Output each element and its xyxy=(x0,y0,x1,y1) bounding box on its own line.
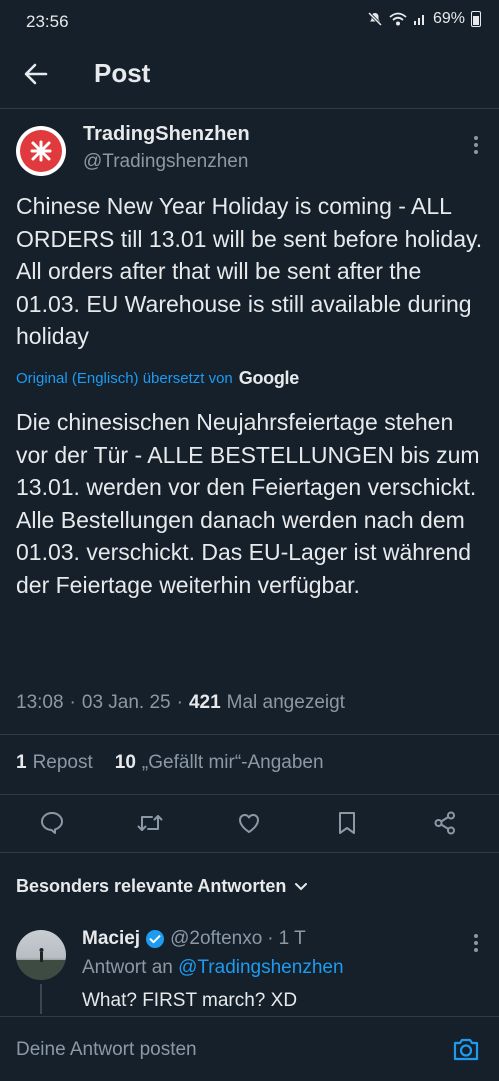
meta-separator: · xyxy=(69,692,76,713)
author-name[interactable]: TradingShenzhen xyxy=(83,123,250,146)
replies-sort-dropdown[interactable]: Besonders relevante Antworten xyxy=(16,876,308,897)
tweet-stats: 1 Repost 10 „Gefällt mir“-Angaben xyxy=(16,752,324,774)
likes-count[interactable]: 10 xyxy=(115,752,136,774)
translation-note-text: Original (Englisch) übersetzt von xyxy=(16,370,233,387)
tweet-translated-text: Die chinesischen Neujahrsfeiertage stehe… xyxy=(16,409,480,598)
views-label: Mal angezeigt xyxy=(226,692,345,713)
thread-line xyxy=(40,984,42,1014)
reposts-label[interactable]: Repost xyxy=(33,752,93,774)
more-options-icon[interactable] xyxy=(473,136,479,157)
google-logo: Google xyxy=(238,368,300,388)
author-handle[interactable]: @Tradingshenzhen xyxy=(83,151,248,173)
like-icon[interactable] xyxy=(235,809,263,837)
stats-divider xyxy=(0,794,499,795)
actions-divider xyxy=(0,852,499,853)
brand-logo-icon xyxy=(20,130,62,172)
battery-icon xyxy=(471,11,481,27)
views-count: 421 xyxy=(188,692,221,713)
likes-label[interactable]: „Gefällt mir“-Angaben xyxy=(142,752,324,774)
replying-to-label: Antwort an xyxy=(82,957,173,978)
back-arrow-icon[interactable] xyxy=(18,58,54,90)
author-avatar[interactable] xyxy=(16,126,66,176)
repost-icon[interactable] xyxy=(136,809,164,837)
replying-to: Antwort an @Tradingshenzhen xyxy=(82,957,344,979)
header-divider xyxy=(0,108,499,109)
reply-input[interactable]: Deine Antwort posten xyxy=(16,1039,197,1061)
reply-age: 1 T xyxy=(278,928,306,949)
reply-text: What? FIRST march? XD xyxy=(82,990,298,1011)
meta-divider xyxy=(0,734,499,735)
translation-note[interactable]: Original (Englisch) übersetzt von Google xyxy=(16,368,299,389)
signal-icon xyxy=(413,15,424,25)
status-icons: 69% xyxy=(367,10,481,28)
page-title: Post xyxy=(94,58,151,88)
tweet-time: 13:08 xyxy=(16,692,64,713)
meta-separator: · xyxy=(176,692,183,713)
bookmark-icon[interactable] xyxy=(333,809,361,837)
status-time: 23:56 xyxy=(26,12,69,31)
verified-badge-icon xyxy=(146,930,165,948)
reply-author-name[interactable]: Maciej xyxy=(82,928,140,950)
reply-icon[interactable] xyxy=(38,809,66,837)
reply-header: Maciej @2oftenxo · 1 T xyxy=(82,928,306,950)
battery-percent: 69% xyxy=(432,10,465,27)
reposts-count[interactable]: 1 xyxy=(16,752,27,774)
replies-section-title: Besonders relevante Antworten xyxy=(16,876,287,896)
reply-more-options-icon[interactable] xyxy=(473,934,479,955)
mute-icon xyxy=(367,11,383,27)
tweet-meta: 13:08 · 03 Jan. 25 · 421 Mal angezeigt xyxy=(16,692,345,714)
chevron-down-icon xyxy=(295,882,308,890)
replying-to-handle[interactable]: @Tradingshenzhen xyxy=(178,957,343,978)
tweet-text: Chinese New Year Holiday is coming - ALL… xyxy=(16,193,483,349)
reply-author-handle[interactable]: @2oftenxo xyxy=(170,928,262,950)
action-bar xyxy=(0,800,499,846)
meta-separator: · xyxy=(267,928,274,949)
share-icon[interactable] xyxy=(431,809,459,837)
tweet-date: 03 Jan. 25 xyxy=(81,692,171,713)
wifi-icon xyxy=(389,12,407,26)
camera-icon[interactable] xyxy=(451,1034,481,1064)
reply-avatar[interactable] xyxy=(16,930,66,980)
compose-bar: Deine Antwort posten xyxy=(0,1016,499,1081)
